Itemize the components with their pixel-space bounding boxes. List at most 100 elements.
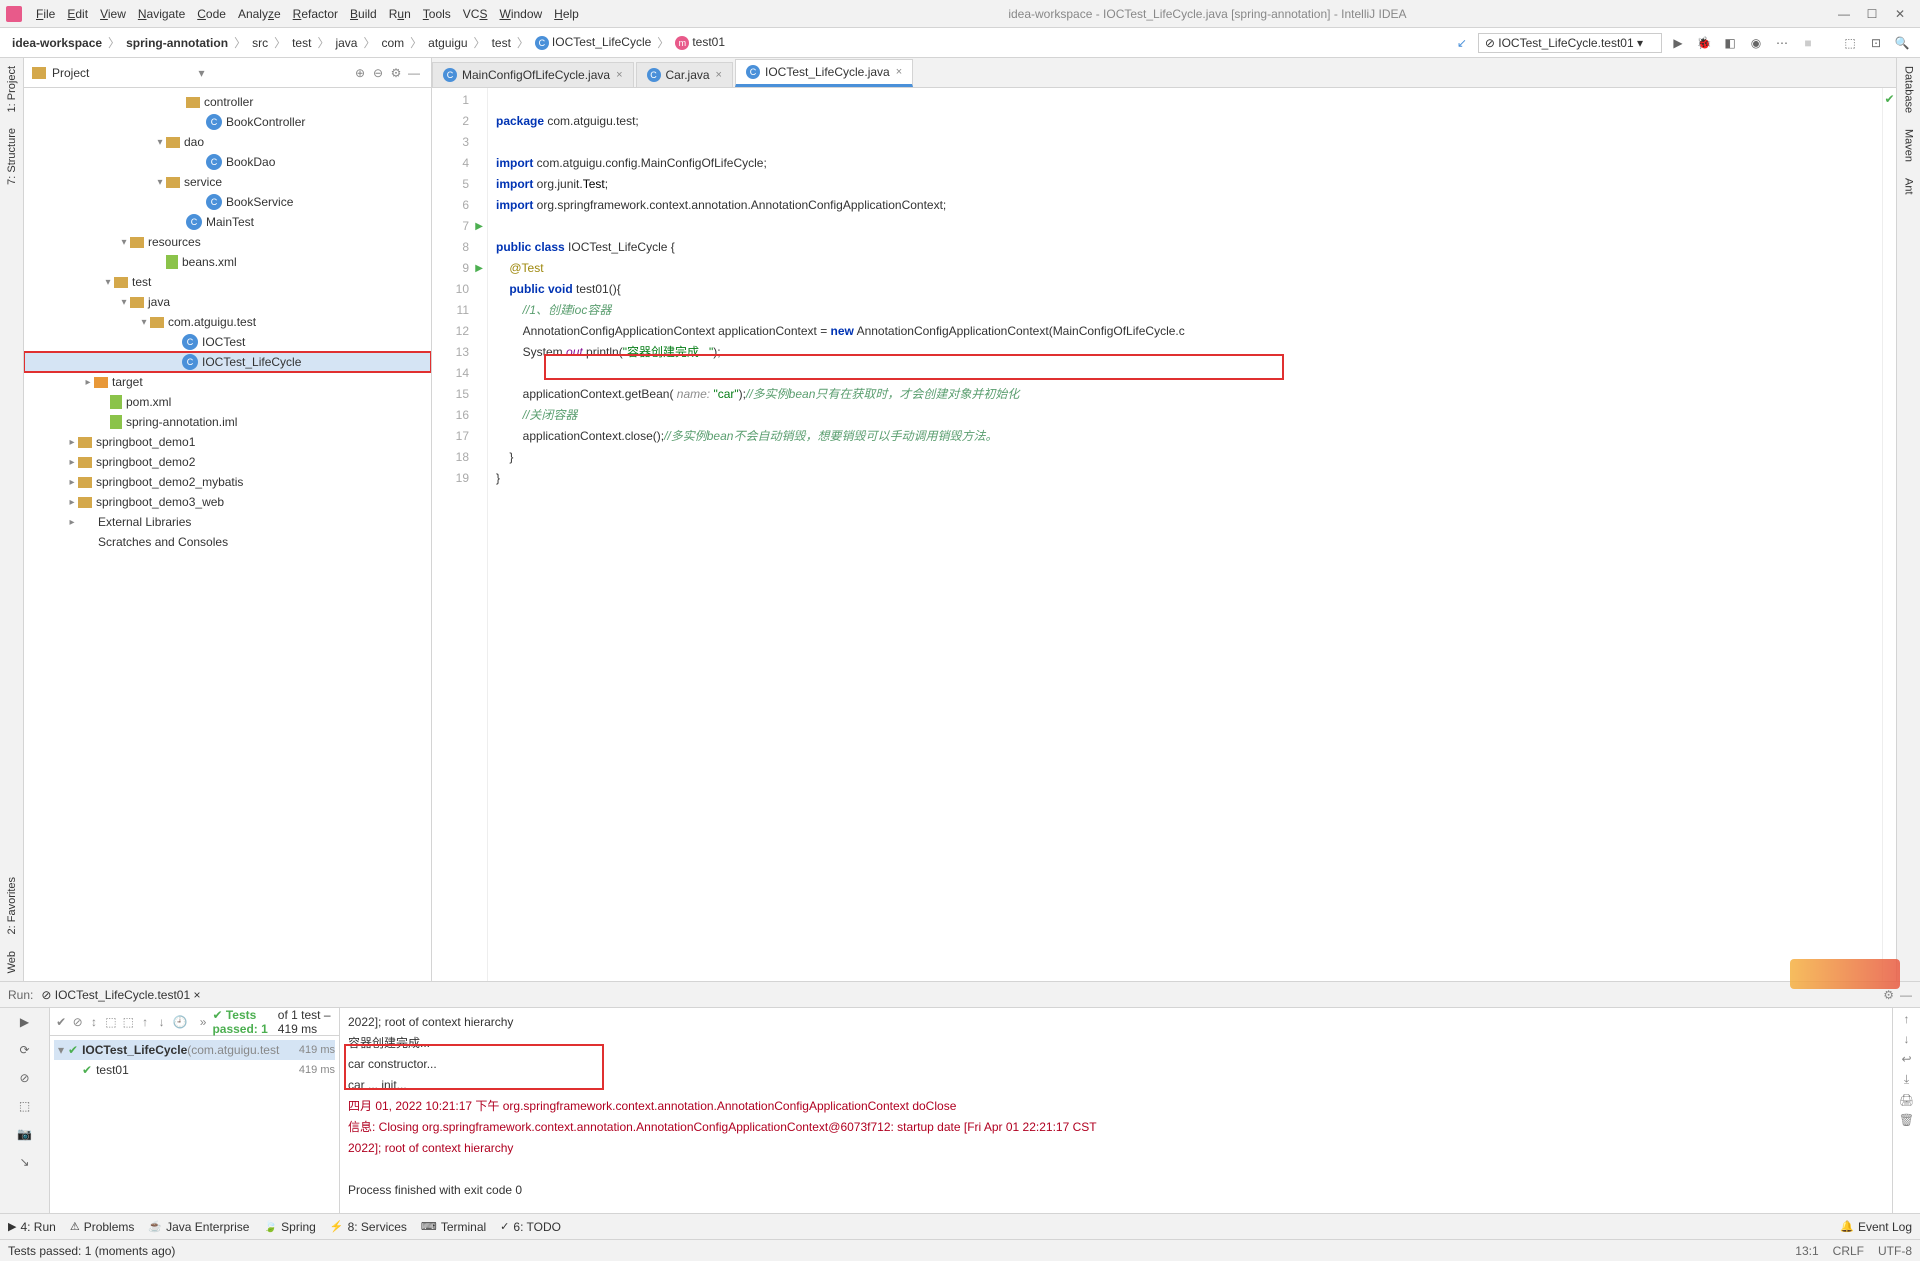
- run-tab[interactable]: ⊘ IOCTest_LifeCycle.test01 ×: [41, 988, 200, 1002]
- console-output[interactable]: 2022]; root of context hierarchy容器创建完成..…: [340, 1008, 1892, 1213]
- tree-node[interactable]: CMainTest: [24, 212, 431, 232]
- tree-node[interactable]: ▸springboot_demo3_web: [24, 492, 431, 512]
- search-everywhere-icon[interactable]: 🔍: [1892, 33, 1912, 53]
- bc-module[interactable]: spring-annotation: [122, 36, 232, 50]
- tree-node[interactable]: ▸External Libraries: [24, 512, 431, 532]
- code-editor[interactable]: package com.atguigu.test; import com.atg…: [488, 88, 1882, 981]
- minimize-button[interactable]: —: [1830, 7, 1858, 21]
- toolwindow-structure[interactable]: 7: Structure: [4, 120, 20, 193]
- profile-button[interactable]: ◉: [1746, 33, 1766, 53]
- debug-button[interactable]: 🐞: [1694, 33, 1714, 53]
- select-opened-icon[interactable]: ⊖: [369, 66, 387, 80]
- bc-java[interactable]: java: [331, 36, 361, 50]
- menu-navigate[interactable]: Navigate: [132, 5, 191, 23]
- encoding[interactable]: UTF-8: [1878, 1244, 1912, 1258]
- gutter[interactable]: 1234567▶89▶10111213141516171819: [432, 88, 488, 981]
- editor-tab[interactable]: CCar.java×: [636, 62, 733, 87]
- rerun-button[interactable]: ▶: [15, 1012, 35, 1032]
- menu-file[interactable]: File: [30, 5, 61, 23]
- line-separator[interactable]: CRLF: [1833, 1244, 1864, 1258]
- bc-test2[interactable]: test: [488, 36, 515, 50]
- tree-node[interactable]: CIOCTest: [24, 332, 431, 352]
- bc-com[interactable]: com: [377, 36, 408, 50]
- toolwindow-database[interactable]: Database: [1901, 58, 1917, 121]
- up-icon[interactable]: ↑: [1904, 1012, 1910, 1026]
- collapse-icon[interactable]: ⬚: [123, 1015, 134, 1029]
- clear-icon[interactable]: 🗑: [1899, 1113, 1914, 1127]
- history-icon[interactable]: 🕘: [173, 1015, 188, 1029]
- menu-view[interactable]: View: [94, 5, 132, 23]
- coverage-button[interactable]: ◧: [1720, 33, 1740, 53]
- menu-vcs[interactable]: VCS: [457, 5, 494, 23]
- hide-icon[interactable]: —: [405, 66, 423, 80]
- bc-atguigu[interactable]: atguigu: [424, 36, 471, 50]
- tw-run[interactable]: ▶ 4: Run: [8, 1220, 56, 1234]
- show-passed-icon[interactable]: ✔: [56, 1015, 66, 1029]
- tree-node[interactable]: ▸springboot_demo2_mybatis: [24, 472, 431, 492]
- bc-workspace[interactable]: idea-workspace: [8, 36, 106, 50]
- tree-node[interactable]: spring-annotation.iml: [24, 412, 431, 432]
- menu-refactor[interactable]: Refactor: [287, 5, 344, 23]
- menu-tools[interactable]: Tools: [417, 5, 457, 23]
- menu-code[interactable]: Code: [191, 5, 232, 23]
- error-stripe[interactable]: ✔: [1882, 88, 1896, 981]
- maximize-button[interactable]: ☐: [1858, 7, 1886, 21]
- settings-icon[interactable]: ⚙: [387, 66, 405, 80]
- tw-problems[interactable]: ⚠ Problems: [70, 1220, 135, 1234]
- import-icon[interactable]: ↘: [15, 1152, 35, 1172]
- tree-node[interactable]: ▾java: [24, 292, 431, 312]
- back-nav-icon[interactable]: ↙: [1452, 33, 1472, 53]
- update-button[interactable]: ⬚: [1840, 33, 1860, 53]
- tw-spring[interactable]: 🍃 Spring: [263, 1220, 315, 1234]
- tree-node[interactable]: ▸springboot_demo2: [24, 452, 431, 472]
- bc-method[interactable]: mtest01: [671, 35, 729, 50]
- sort-icon[interactable]: ↕: [89, 1015, 99, 1029]
- tree-node[interactable]: ▾resources: [24, 232, 431, 252]
- menu-edit[interactable]: Edit: [61, 5, 94, 23]
- next-icon[interactable]: ↓: [156, 1015, 166, 1029]
- collapse-all-icon[interactable]: ⊕: [351, 66, 369, 80]
- toolwindow-ant[interactable]: Ant: [1901, 170, 1917, 203]
- bc-src[interactable]: src: [248, 36, 272, 50]
- bc-class[interactable]: CIOCTest_LifeCycle: [531, 35, 655, 50]
- show-ignored-icon[interactable]: ⊘: [72, 1015, 82, 1029]
- toggle-autotest-icon[interactable]: ⟳: [15, 1040, 35, 1060]
- tree-node[interactable]: ▾dao: [24, 132, 431, 152]
- attach-button[interactable]: ⋯: [1772, 33, 1792, 53]
- pin-icon[interactable]: ⬚: [15, 1096, 35, 1116]
- tree-node[interactable]: ▸springboot_demo1: [24, 432, 431, 452]
- tw-javaee[interactable]: ☕ Java Enterprise: [148, 1220, 249, 1234]
- project-title[interactable]: Project: [52, 66, 198, 80]
- project-tree[interactable]: controllerCBookController▾daoCBookDao▾se…: [24, 88, 431, 981]
- run-hide-icon[interactable]: —: [1900, 988, 1912, 1002]
- prev-icon[interactable]: ↑: [140, 1015, 150, 1029]
- expand-icon[interactable]: ⬚: [105, 1015, 116, 1029]
- tree-node[interactable]: CBookService: [24, 192, 431, 212]
- tree-node[interactable]: CIOCTest_LifeCycle: [24, 352, 431, 372]
- run-button[interactable]: ▶: [1668, 33, 1688, 53]
- toolwindow-project[interactable]: 1: Project: [4, 58, 20, 120]
- tw-terminal[interactable]: ⌨ Terminal: [421, 1220, 486, 1234]
- print-icon[interactable]: 🖨: [1899, 1093, 1914, 1107]
- toolwindow-favorites[interactable]: 2: Favorites: [4, 869, 20, 942]
- tree-node[interactable]: controller: [24, 92, 431, 112]
- toolwindow-maven[interactable]: Maven: [1901, 121, 1917, 170]
- tree-node[interactable]: CBookController: [24, 112, 431, 132]
- menu-run[interactable]: Run: [383, 5, 417, 23]
- menu-help[interactable]: Help: [548, 5, 585, 23]
- menu-analyze[interactable]: Analyze: [232, 5, 287, 23]
- bc-test[interactable]: test: [288, 36, 315, 50]
- editor-tab[interactable]: CMainConfigOfLifeCycle.java×: [432, 62, 634, 87]
- caret-position[interactable]: 13:1: [1795, 1244, 1818, 1258]
- tree-node[interactable]: pom.xml: [24, 392, 431, 412]
- export-icon[interactable]: 📷: [15, 1124, 35, 1144]
- scroll-end-icon[interactable]: ⤓: [1904, 1072, 1909, 1087]
- menu-window[interactable]: Window: [493, 5, 548, 23]
- editor-tab[interactable]: CIOCTest_LifeCycle.java×: [735, 59, 913, 87]
- toolwindow-web[interactable]: Web: [4, 943, 20, 981]
- down-icon[interactable]: ↓: [1904, 1032, 1910, 1046]
- run-settings-icon[interactable]: ⚙: [1883, 988, 1894, 1002]
- event-log[interactable]: 🔔 Event Log: [1840, 1220, 1912, 1234]
- test-root[interactable]: ▾✔ IOCTest_LifeCycle (com.atguigu.test 4…: [54, 1040, 335, 1060]
- menu-build[interactable]: Build: [344, 5, 383, 23]
